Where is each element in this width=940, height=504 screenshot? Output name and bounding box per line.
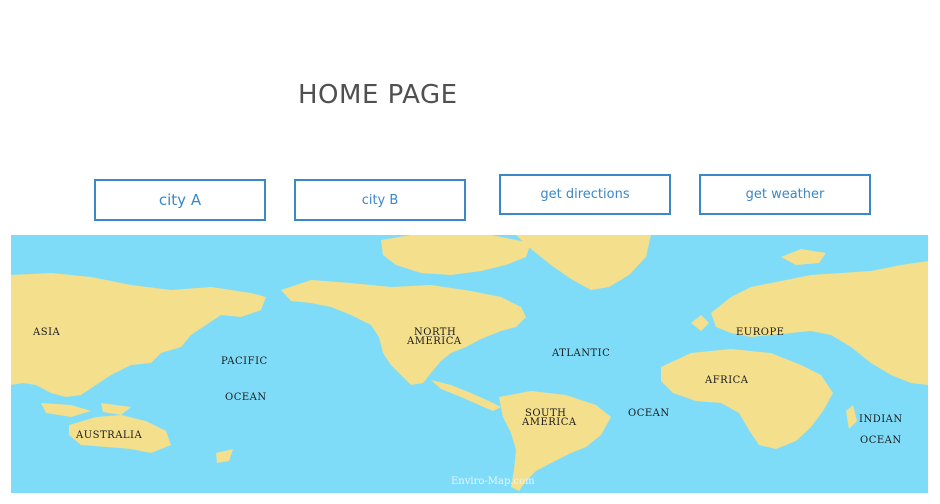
page-title: HOME PAGE bbox=[298, 80, 458, 110]
label-africa: AFRICA bbox=[705, 375, 749, 386]
city-a-button[interactable]: city A bbox=[94, 179, 266, 221]
label-europe: EUROPE bbox=[736, 327, 785, 338]
label-asia: ASIA bbox=[33, 327, 61, 338]
label-australia: AUSTRALIA bbox=[76, 430, 143, 441]
label-atlantic-ocean: OCEAN bbox=[628, 408, 670, 419]
world-map: ASIA PACIFIC OCEAN NORTH AMERICA ATLANTI… bbox=[11, 235, 928, 493]
label-indian-ocean: OCEAN bbox=[860, 435, 902, 446]
world-map-land bbox=[11, 235, 928, 491]
map-watermark: Enviro-Map.com bbox=[451, 476, 535, 487]
label-atlantic: ATLANTIC bbox=[552, 348, 611, 359]
label-north-america-2: AMERICA bbox=[407, 336, 462, 347]
label-pacific-ocean: OCEAN bbox=[225, 392, 267, 403]
get-weather-button[interactable]: get weather bbox=[699, 174, 871, 215]
city-b-button[interactable]: city B bbox=[294, 179, 466, 221]
get-directions-button[interactable]: get directions bbox=[499, 174, 671, 215]
label-south-america-2: AMERICA bbox=[522, 417, 577, 428]
label-indian: INDIAN bbox=[859, 414, 903, 425]
label-pacific: PACIFIC bbox=[221, 356, 268, 367]
